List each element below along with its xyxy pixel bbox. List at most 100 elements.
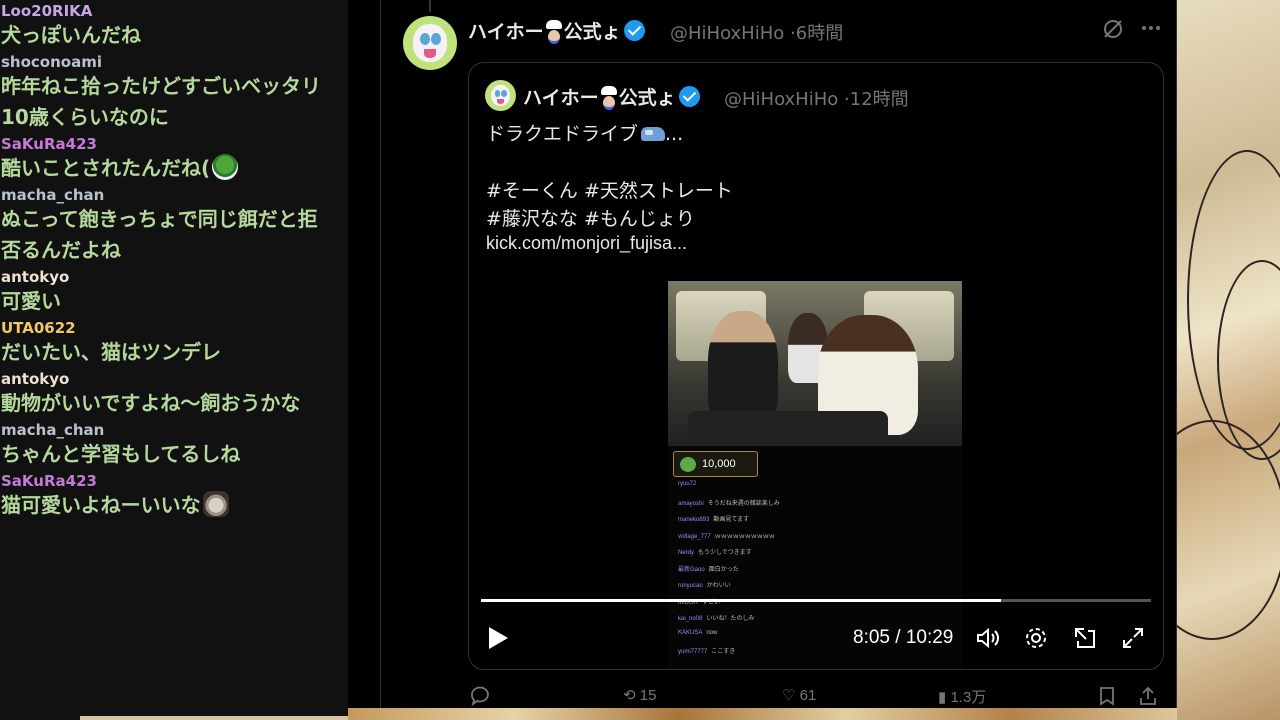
person-driver	[708, 311, 778, 421]
chat-message-text: ぬこって飽きっちょで同じ餌だと拒否るんだよね	[1, 204, 346, 266]
wallpaper-crack	[1177, 420, 1280, 640]
video-chat-name: kai_no08	[678, 616, 703, 622]
chat-message-body: 昨年ねこ拾ったけどすごいベッタリ10歳くらいなのに	[1, 74, 321, 129]
car-dashboard	[688, 411, 888, 446]
quoted-link[interactable]: kick.com/monjori_fujisa...	[486, 233, 687, 254]
video-chat-text: ここすき	[711, 649, 736, 655]
quoted-hashtags-line-2[interactable]: #藤沢なな #もんじょり	[486, 204, 695, 231]
chef-emoji-icon	[544, 20, 564, 44]
quoted-author-avatar	[485, 80, 516, 111]
desktop-wallpaper	[1177, 0, 1280, 720]
bookmark-icon[interactable]	[1098, 686, 1116, 710]
retweet-count: 15	[639, 687, 657, 704]
reply-button[interactable]	[468, 686, 492, 710]
video-chat-text: now	[706, 629, 718, 636]
thread-line	[429, 0, 431, 12]
author-name[interactable]: ハイホー 公式ょ	[468, 17, 645, 44]
video-chat-line: yumi77777 ここすき	[678, 646, 735, 655]
chat-username[interactable]: antokyo	[1, 370, 346, 388]
chat-message: macha_chan ちゃんと学習もしてるしね	[0, 419, 348, 470]
quoted-author-name: ハイホー 公式ょ	[523, 83, 700, 110]
chat-message-body: 可愛い	[1, 289, 61, 313]
chat-message-text: 可愛い	[1, 286, 346, 317]
quoted-tweet[interactable]: ハイホー 公式ょ @HiHoxHiHo ·12時間 ドラクエドライブ... #そー…	[468, 62, 1164, 670]
chat-username[interactable]: macha_chan	[1, 421, 346, 439]
chat-message: antokyo 可愛い	[0, 266, 348, 317]
chat-message-body: 動物がいいですよね～飼おうかな	[1, 391, 301, 415]
chat-username[interactable]: UTA0622	[1, 319, 346, 337]
quoted-text-line-1: ドラクエドライブ...	[486, 119, 683, 146]
chat-username[interactable]: Loo20RIKA	[1, 2, 346, 20]
chat-message: macha_chan ぬこって飽きっちょで同じ餌だと拒否るんだよね	[0, 184, 348, 266]
chat-username[interactable]: antokyo	[1, 268, 346, 286]
chat-message-text: 猫可愛いよねーいいな	[1, 490, 346, 521]
chat-username[interactable]: SaKuRa423	[1, 472, 346, 490]
chat-message-text: 昨年ねこ拾ったけどすごいベッタリ10歳くらいなのに	[1, 71, 346, 133]
video-progress-bar[interactable]	[481, 599, 1151, 602]
quoted-text-1: ドラクエドライブ	[486, 123, 639, 145]
chat-message: UTA0622 だいたい、猫はツンデレ	[0, 317, 348, 368]
verified-badge-icon	[623, 20, 645, 41]
verified-badge-icon	[678, 86, 700, 107]
video-time: 8:05 / 10:29	[853, 627, 953, 649]
video-chat-name: Nerdy	[678, 550, 695, 556]
author-avatar[interactable]	[403, 16, 457, 70]
video-chat-name: ryuu72	[678, 481, 697, 487]
desktop-gap	[348, 0, 381, 720]
video-player[interactable]: 10,000 ryuu72 amayoshi そうだね来週の雑談楽しみ maneko8…	[668, 281, 962, 669]
video-chat-text: 動画見てます	[713, 517, 750, 523]
retweet-icon: ⟲	[623, 687, 636, 704]
volume-icon[interactable]	[974, 625, 1000, 651]
chat-username[interactable]: macha_chan	[1, 186, 346, 204]
views-button[interactable]: ▮ 1.3万	[938, 686, 986, 707]
quoted-handle-time: @HiHoxHiHo ·12時間	[724, 85, 909, 111]
settings-gear-icon[interactable]	[1023, 625, 1049, 651]
like-icon: ♡	[782, 687, 796, 704]
retweet-button[interactable]: ⟲ 15	[623, 686, 656, 704]
views-icon: ▮	[938, 689, 947, 706]
video-chat-line: 最新Gaoo 面白かった	[678, 564, 739, 573]
share-icon[interactable]	[1138, 686, 1158, 710]
quoted-hashtags-line-1[interactable]: #そーくん #天然ストレート	[486, 176, 733, 203]
fullscreen-icon[interactable]	[1120, 625, 1146, 651]
time-separator: /	[889, 627, 906, 648]
video-chat-line: ryuu72	[678, 481, 700, 487]
cat-emote-icon	[202, 491, 229, 517]
picture-in-picture-icon[interactable]	[1072, 625, 1098, 651]
play-icon[interactable]	[489, 627, 508, 649]
author-handle: @HiHoxHiHo	[670, 23, 785, 44]
author-handle-time[interactable]: @HiHoxHiHo ·6時間	[670, 19, 843, 45]
chat-message-text: ちゃんと学習もしてるしね	[1, 439, 346, 470]
quoted-time: 12時間	[849, 89, 909, 110]
chat-message-text: 酷いことされたんだね(	[1, 153, 346, 184]
chat-message: shoconoami 昨年ねこ拾ったけどすごいベッタリ10歳くらいなのに	[0, 51, 348, 133]
like-count: 61	[799, 687, 817, 704]
quoted-text-ellipsis: ...	[665, 123, 684, 145]
chat-username[interactable]: shoconoami	[1, 53, 346, 71]
video-chat-text: 面白かった	[708, 566, 739, 573]
chat-message: SaKuRa423 酷いことされたんだね(	[0, 133, 348, 184]
chat-message: SaKuRa423 猫可愛いよねーいいな	[0, 470, 348, 521]
chat-message-body: 酷いことされたんだね(	[1, 156, 211, 180]
time-total: 10:29	[905, 627, 954, 648]
car-emoji-icon	[641, 127, 666, 141]
video-chat-name: amayoshi	[678, 500, 704, 507]
chat-message-body: ぬこって飽きっちょで同じ餌だと拒否るんだよね	[1, 207, 318, 262]
quoted-author-name-suffix: 公式ょ	[618, 87, 676, 109]
author-name-text: ハイホー	[468, 21, 544, 43]
like-button[interactable]: ♡ 61	[782, 686, 816, 704]
tweet-time[interactable]: 6時間	[796, 23, 843, 44]
video-progress-fill	[481, 599, 1001, 602]
tweet-timeline[interactable]: ハイホー 公式ょ @HiHoxHiHo ·6時間 ハイホー 公式ょ @HiHoxHi…	[381, 0, 1177, 720]
chat-message-text: 動物がいいですよね～飼おうかな	[1, 388, 346, 419]
more-icon[interactable]	[1139, 16, 1163, 45]
desktop-wallpaper-strip	[80, 716, 348, 720]
video-chat-name: 最新Gaoo	[678, 566, 705, 573]
video-chat-text: ｗｗｗｗｗｗｗｗｗｗ	[714, 533, 775, 540]
grok-icon[interactable]	[1101, 17, 1125, 46]
video-chat-text: そうだね来週の雑談楽しみ	[707, 500, 780, 507]
chat-username[interactable]: SaKuRa423	[1, 135, 346, 153]
chat-message-body: 犬っぽいんだね	[1, 23, 141, 47]
video-chat-name: ronyucao	[678, 583, 703, 589]
desktop-wallpaper-strip	[348, 708, 1177, 720]
